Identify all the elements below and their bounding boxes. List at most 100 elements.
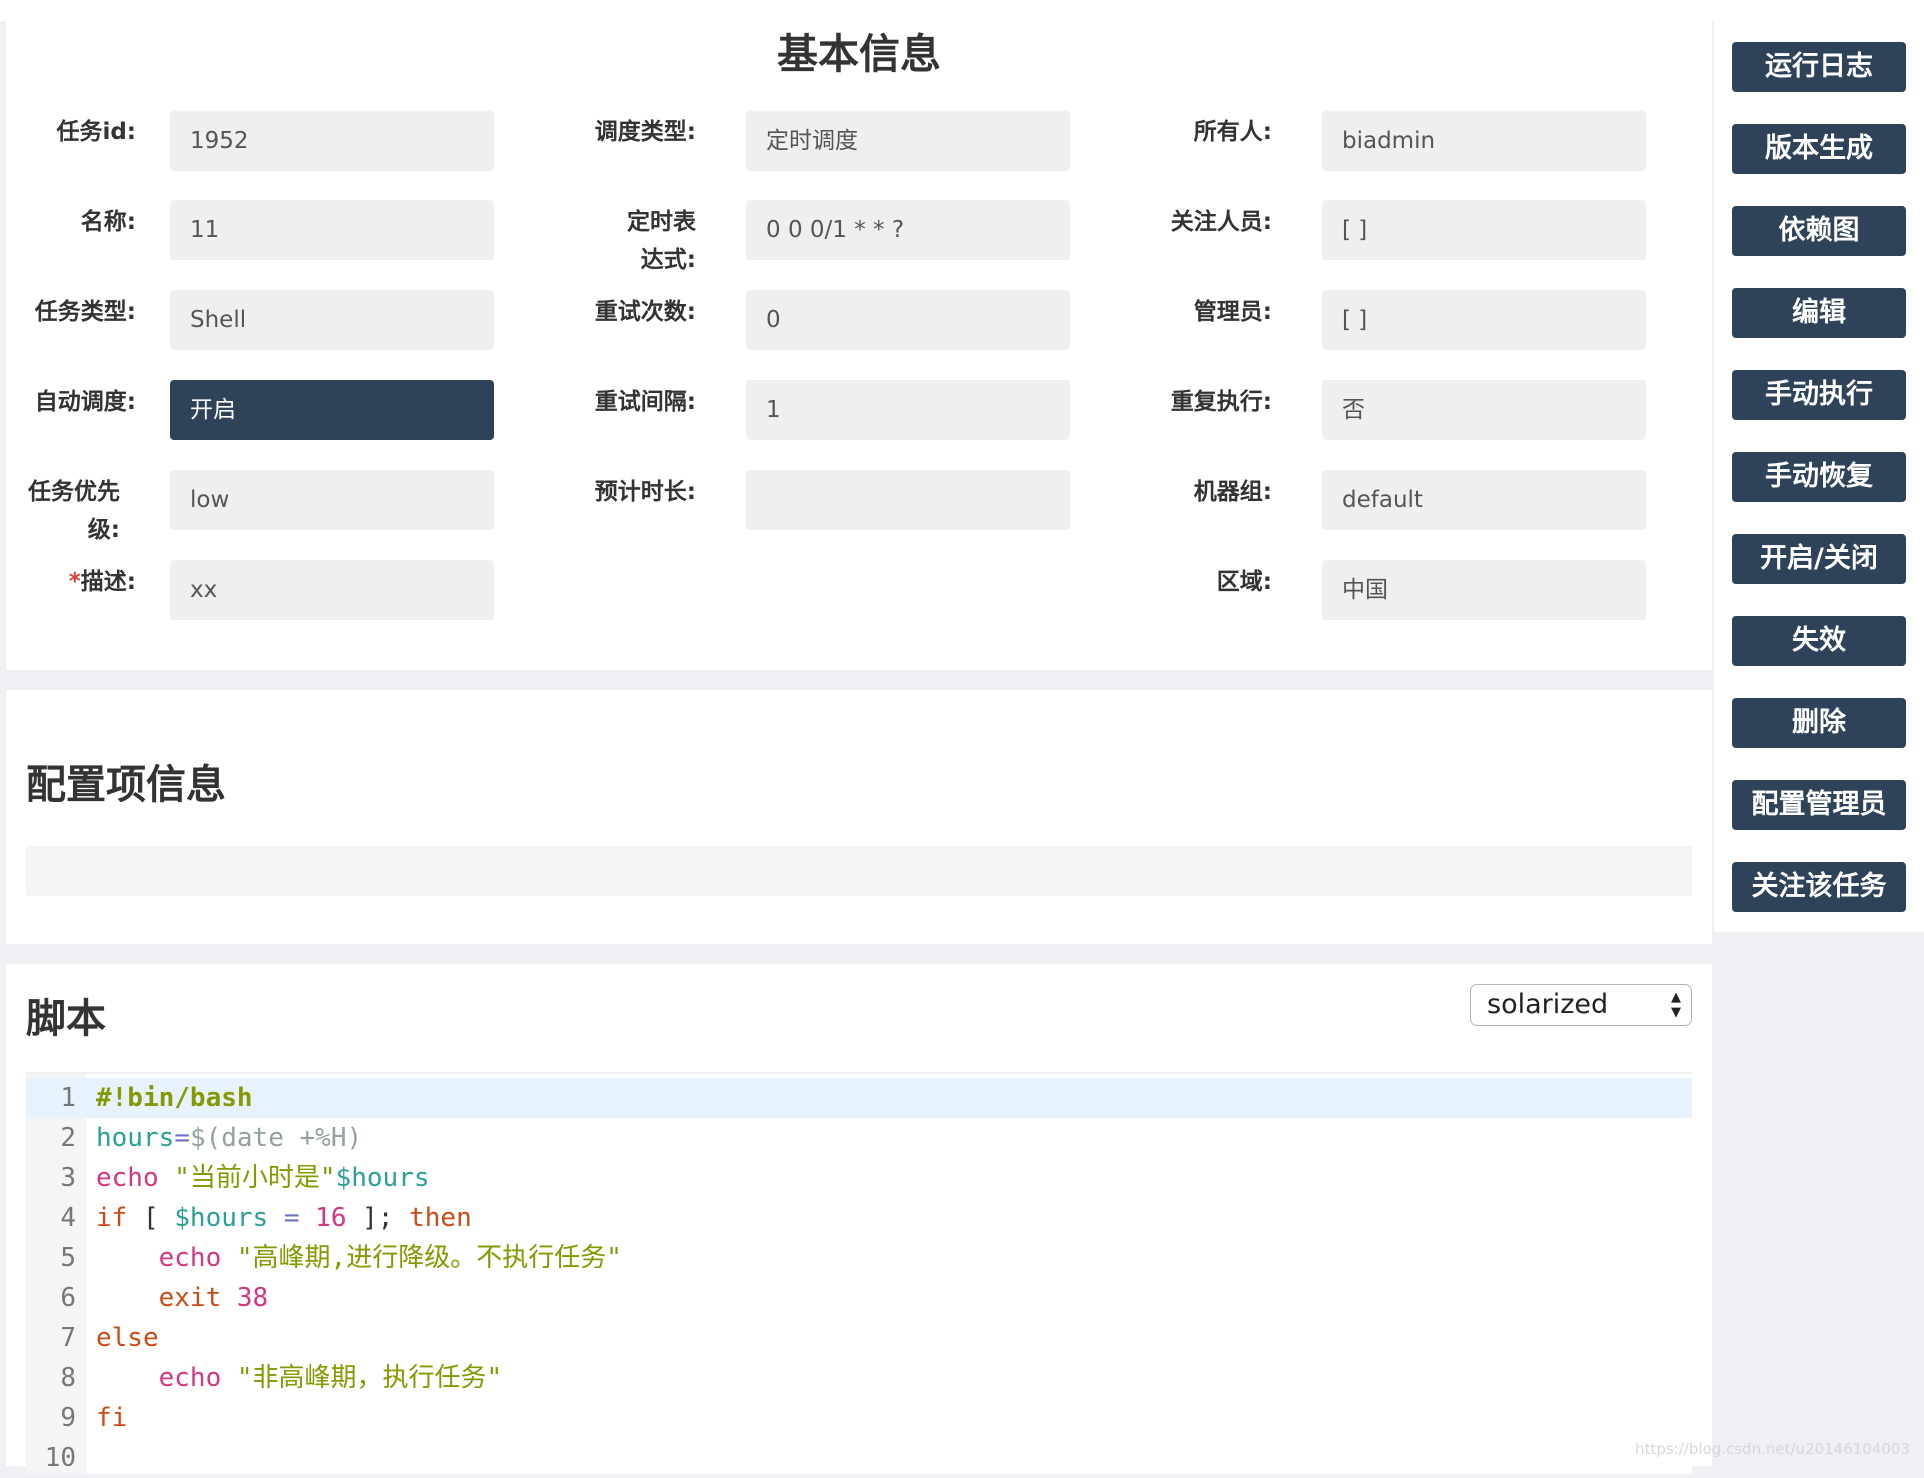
basic-info-panel: 基本信息 任务id: 1952 名称: 11 任务类型: Shell 自动调度:… (6, 22, 1712, 670)
code-line: 6 exit 38 (26, 1278, 1692, 1318)
line-number: 3 (60, 1163, 76, 1193)
admins-field[interactable]: [ ] (1322, 290, 1646, 350)
toggle-on-off-button[interactable]: 开启/关闭 (1732, 534, 1906, 584)
followers-field[interactable]: [ ] (1322, 200, 1646, 260)
manual-recover-button[interactable]: 手动恢复 (1732, 452, 1906, 502)
cron-expression-field[interactable]: 0 0 0/1 * * ? (746, 200, 1070, 260)
line-number: 6 (60, 1283, 76, 1313)
token-command: echo (96, 1363, 222, 1393)
token-keyword: then (409, 1203, 472, 1233)
line-number: 9 (60, 1403, 76, 1433)
retry-count-field[interactable]: 0 (746, 290, 1070, 350)
token-number: 16 (315, 1203, 347, 1233)
name-field[interactable]: 11 (170, 200, 494, 260)
script-panel: 脚本 solarized ▲ ▼ 1 #!bin/bash 2 hours=$(d… (6, 964, 1712, 1474)
token-keyword: else (96, 1323, 159, 1353)
token-string: "非高峰期，执行任务" (221, 1363, 503, 1393)
code-text: echo "高峰期,进行降级。不执行任务" (96, 1238, 622, 1278)
token-command: echo (96, 1243, 222, 1273)
code-text: #!bin/bash (96, 1078, 253, 1118)
label-retry-interval: 重试间隔: (594, 389, 696, 415)
retry-interval-field[interactable]: 1 (746, 380, 1070, 440)
token-plain: ]; (346, 1203, 410, 1233)
script-title: 脚本 (26, 996, 106, 1042)
machine-group-field[interactable]: default (1322, 470, 1646, 530)
token-plain: [ (127, 1203, 175, 1233)
label-admins: 管理员: (1193, 299, 1272, 325)
task-type-field[interactable]: Shell (170, 290, 494, 350)
token-keyword: exit (96, 1283, 222, 1313)
follow-task-button[interactable]: 关注该任务 (1732, 862, 1906, 912)
label-retry-count: 重试次数: (594, 299, 696, 325)
config-panel: 配置项信息 (6, 690, 1712, 944)
token-comment: #!bin/bash (96, 1083, 253, 1113)
repeat-execution-field[interactable]: 否 (1322, 380, 1646, 440)
label-auto-schedule: 自动调度: (34, 389, 136, 415)
token-command: echo (96, 1163, 159, 1193)
token-number: 38 (221, 1283, 269, 1313)
label-repeat-execution: 重复执行: (1170, 389, 1272, 415)
code-text: if [ $hours = 16 ]; then (96, 1198, 472, 1238)
owner-field[interactable]: biadmin (1322, 111, 1646, 171)
dependency-graph-button[interactable]: 依赖图 (1732, 206, 1906, 256)
label-name: 名称: (80, 209, 136, 235)
code-line: 7 else (26, 1318, 1692, 1358)
theme-select[interactable]: solarized ▲ ▼ (1470, 984, 1692, 1026)
label-priority: 任务优先级: (28, 479, 120, 543)
label-task-type: 任务类型: (34, 299, 136, 325)
label-estimated-duration: 预计时长: (594, 479, 696, 505)
region-field[interactable]: 中国 (1322, 560, 1646, 620)
action-sidebar: 运行日志 版本生成 依赖图 编辑 手动执行 手动恢复 开启/关闭 失效 删除 配… (1714, 22, 1924, 932)
label-schedule-type: 调度类型: (594, 119, 696, 145)
code-text: fi (96, 1398, 127, 1438)
label-task-id: 任务id: (56, 119, 136, 145)
invalidate-button[interactable]: 失效 (1732, 616, 1906, 666)
token-variable: $hours (174, 1203, 269, 1233)
code-text: else (96, 1318, 159, 1358)
task-id-field[interactable]: 1952 (170, 111, 494, 171)
code-line: 8 echo "非高峰期，执行任务" (26, 1358, 1692, 1398)
line-number: 4 (60, 1203, 76, 1233)
token-variable: $hours (335, 1163, 430, 1193)
token-subshell: $(date +%H) (189, 1123, 363, 1153)
code-line: 2 hours=$(date +%H) (26, 1118, 1692, 1158)
token-string: "高峰期,进行降级。不执行任务" (221, 1243, 622, 1273)
config-admin-button[interactable]: 配置管理员 (1732, 780, 1906, 830)
priority-field[interactable]: low (170, 470, 494, 530)
auto-schedule-toggle[interactable]: 开启 (170, 380, 494, 440)
token-operator: = (268, 1203, 316, 1233)
code-editor[interactable]: 1 #!bin/bash 2 hours=$(date +%H) 3 echo … (26, 1072, 1692, 1474)
label-machine-group: 机器组: (1193, 479, 1272, 505)
code-text: hours=$(date +%H) (96, 1118, 362, 1158)
code-line: 4 if [ $hours = 16 ]; then (26, 1198, 1692, 1238)
config-items-area (26, 846, 1692, 896)
generate-version-button[interactable]: 版本生成 (1732, 124, 1906, 174)
token-variable: hours (96, 1123, 175, 1153)
line-number: 10 (44, 1443, 76, 1473)
code-line: 10 (26, 1438, 1692, 1478)
edit-button[interactable]: 编辑 (1732, 288, 1906, 338)
theme-select-value: solarized (1487, 989, 1609, 1020)
line-number: 1 (60, 1083, 76, 1113)
run-log-button[interactable]: 运行日志 (1732, 42, 1906, 92)
token-operator: = (174, 1123, 190, 1153)
basic-info-title: 基本信息 (777, 30, 941, 78)
line-number: 2 (60, 1123, 76, 1153)
token-string: "当前小时是" (158, 1163, 336, 1193)
line-number: 7 (60, 1323, 76, 1353)
estimated-duration-field[interactable] (746, 470, 1070, 530)
code-text: echo "当前小时是"$hours (96, 1158, 430, 1198)
schedule-type-field[interactable]: 定时调度 (746, 111, 1070, 171)
line-number: 8 (60, 1363, 76, 1393)
code-text: exit 38 (96, 1278, 269, 1318)
manual-run-button[interactable]: 手动执行 (1732, 370, 1906, 420)
label-description: *描述: (6, 563, 136, 601)
select-arrows-icon: ▲ ▼ (1671, 990, 1681, 1020)
code-line: 3 echo "当前小时是"$hours (26, 1158, 1692, 1198)
config-title: 配置项信息 (26, 762, 226, 808)
token-keyword: fi (96, 1403, 128, 1433)
label-region: 区域: (1216, 569, 1272, 595)
delete-button[interactable]: 删除 (1732, 698, 1906, 748)
description-field[interactable]: xx (170, 560, 494, 620)
label-cron-expression: 定时表达式: (627, 209, 696, 273)
